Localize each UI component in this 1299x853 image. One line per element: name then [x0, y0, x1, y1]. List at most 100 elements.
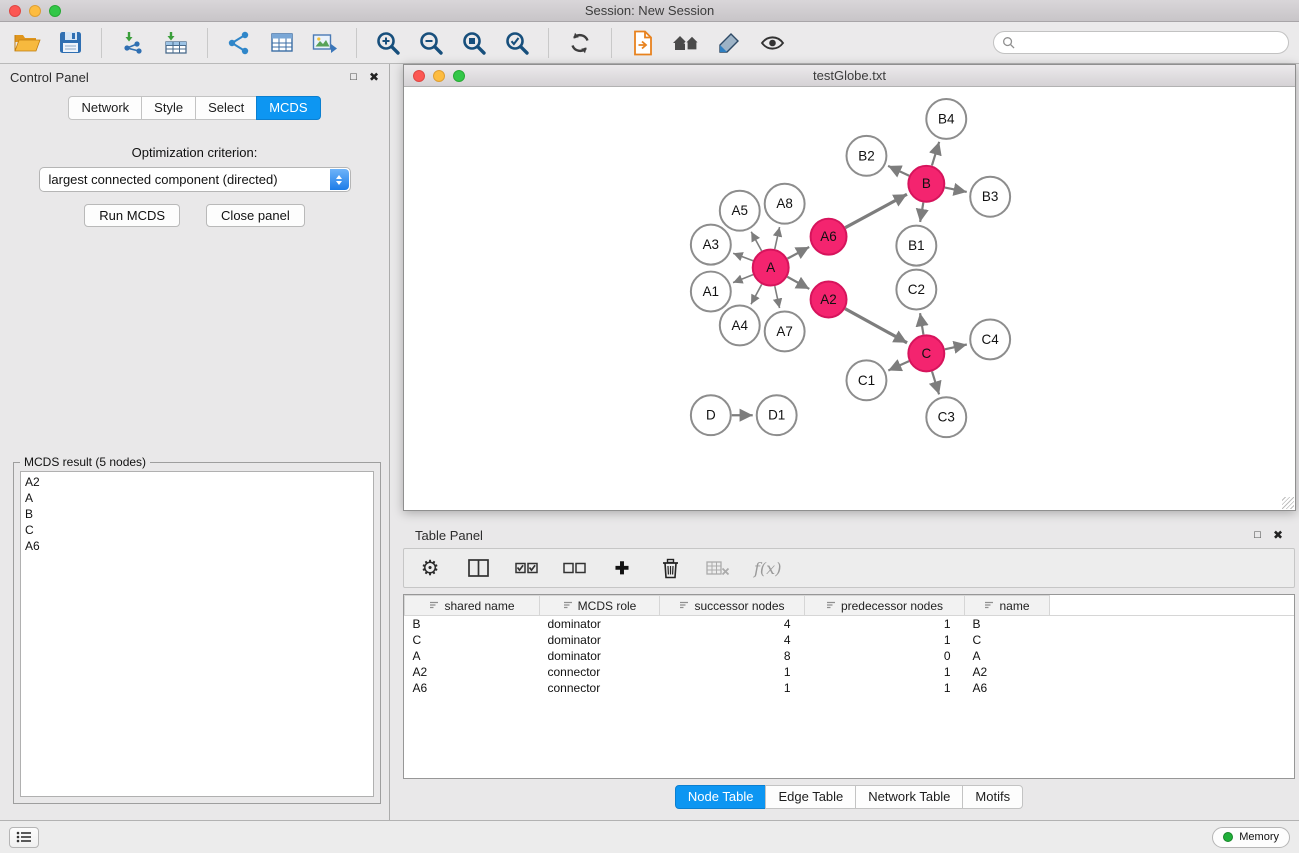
graph-node-A[interactable]: A — [753, 250, 789, 286]
tab-select[interactable]: Select — [195, 96, 257, 120]
close-panel-icon[interactable]: ✖ — [369, 71, 379, 83]
search-field[interactable] — [993, 31, 1289, 54]
tab-edge-table[interactable]: Edge Table — [765, 785, 856, 809]
close-network-button[interactable] — [413, 70, 425, 82]
window-resize-grip[interactable] — [1282, 497, 1294, 509]
graph-node-B2[interactable]: B2 — [847, 136, 887, 176]
minimize-window-button[interactable] — [29, 5, 41, 17]
graph-edge-A-A8[interactable] — [775, 227, 780, 249]
graph-edge-B-B4[interactable] — [932, 142, 939, 166]
column-header-mcds-role[interactable]: MCDS role — [540, 596, 660, 616]
graph-node-C2[interactable]: C2 — [896, 270, 936, 310]
new-network-icon[interactable] — [222, 27, 256, 59]
graph-node-C4[interactable]: C4 — [970, 319, 1010, 359]
search-input[interactable] — [1020, 36, 1280, 50]
close-panel-button[interactable]: Close panel — [206, 204, 305, 227]
zoom-selected-icon[interactable] — [500, 27, 534, 59]
graph-node-B1[interactable]: B1 — [896, 226, 936, 266]
graph-edge-A-A3[interactable] — [733, 253, 753, 261]
graph-edge-A2-C[interactable] — [845, 309, 907, 343]
column-header-name[interactable]: name — [965, 596, 1050, 616]
close-table-panel-icon[interactable]: ✖ — [1273, 529, 1283, 541]
tab-motifs[interactable]: Motifs — [962, 785, 1023, 809]
function-builder-icon[interactable]: f(x) — [754, 555, 781, 581]
tab-mcds[interactable]: MCDS — [256, 96, 320, 120]
graph-node-A5[interactable]: A5 — [720, 191, 760, 231]
memory-button[interactable]: Memory — [1212, 827, 1290, 848]
graph-edge-C-C4[interactable] — [945, 344, 967, 349]
network-window-titlebar[interactable]: testGlobe.txt — [404, 65, 1295, 87]
import-network-icon[interactable] — [116, 27, 150, 59]
new-table-icon[interactable] — [265, 27, 299, 59]
graph-edge-A-A7[interactable] — [775, 286, 780, 308]
zoom-out-icon[interactable] — [414, 27, 448, 59]
column-header-predecessor-nodes[interactable]: predecessor nodes — [805, 596, 965, 616]
network-canvas[interactable]: B4B2BB3A8A5A6A3B1AC2A1A2A4A7C4CC1DD1C3 — [404, 87, 1295, 510]
close-window-button[interactable] — [9, 5, 21, 17]
graph-node-A3[interactable]: A3 — [691, 225, 731, 265]
graph-node-B[interactable]: B — [908, 166, 944, 202]
select-all-icon[interactable] — [514, 555, 538, 581]
graph-edge-C-C2[interactable] — [920, 313, 923, 334]
export-image-icon[interactable] — [308, 27, 342, 59]
graph-node-D[interactable]: D — [691, 395, 731, 435]
zoom-in-icon[interactable] — [371, 27, 405, 59]
eye-icon[interactable] — [755, 27, 789, 59]
show-columns-icon[interactable] — [466, 555, 490, 581]
mcds-result-item[interactable]: C — [25, 522, 369, 538]
graph-node-B3[interactable]: B3 — [970, 177, 1010, 217]
graph-node-C[interactable]: C — [908, 335, 944, 371]
import-table-icon[interactable] — [159, 27, 193, 59]
mcds-result-item[interactable]: A2 — [25, 474, 369, 490]
home-icon[interactable] — [669, 27, 703, 59]
graph-edge-A-A1[interactable] — [733, 275, 753, 283]
graph-node-A4[interactable]: A4 — [720, 305, 760, 345]
table-row[interactable]: Bdominator41B — [405, 616, 1295, 633]
graph-edge-A-A4[interactable] — [751, 284, 762, 304]
column-header-shared-name[interactable]: shared name — [405, 596, 540, 616]
graph-edge-A-A2[interactable] — [787, 277, 809, 289]
zoom-fit-icon[interactable] — [457, 27, 491, 59]
run-mcds-button[interactable]: Run MCDS — [84, 204, 180, 227]
gear-icon[interactable]: ⚙ — [418, 555, 442, 581]
optimization-select[interactable]: largest connected component (directed) — [39, 167, 351, 192]
graph-node-D1[interactable]: D1 — [757, 395, 797, 435]
network-graph[interactable]: B4B2BB3A8A5A6A3B1AC2A1A2A4A7C4CC1DD1C3 — [404, 87, 1295, 510]
table-row[interactable]: Cdominator41C — [405, 632, 1295, 648]
graph-node-A7[interactable]: A7 — [765, 311, 805, 351]
tab-network[interactable]: Network — [68, 96, 142, 120]
style-pen-icon[interactable] — [712, 27, 746, 59]
mcds-result-item[interactable]: A — [25, 490, 369, 506]
graph-edge-B-B3[interactable] — [945, 188, 967, 192]
graph-edge-B-B1[interactable] — [920, 203, 923, 222]
panel-menu-button[interactable] — [9, 827, 39, 848]
graph-node-A2[interactable]: A2 — [811, 282, 847, 318]
float-table-panel-icon[interactable]: □ — [1254, 530, 1261, 541]
graph-node-C3[interactable]: C3 — [926, 397, 966, 437]
mcds-result-item[interactable]: A6 — [25, 538, 369, 554]
tab-style[interactable]: Style — [141, 96, 196, 120]
graph-edge-A-A5[interactable] — [751, 232, 761, 251]
float-panel-icon[interactable]: □ — [350, 72, 357, 83]
deselect-all-icon[interactable] — [562, 555, 586, 581]
graph-node-A6[interactable]: A6 — [811, 219, 847, 255]
tab-node-table[interactable]: Node Table — [675, 785, 767, 809]
table-row[interactable]: A6connector11A6 — [405, 680, 1295, 696]
tab-network-table[interactable]: Network Table — [855, 785, 963, 809]
graph-edge-B-B2[interactable] — [888, 166, 909, 176]
graph-edge-A6-B[interactable] — [845, 194, 907, 227]
save-icon[interactable] — [53, 27, 87, 59]
graph-edge-C-C3[interactable] — [932, 371, 939, 394]
delete-column-icon[interactable] — [658, 555, 682, 581]
graph-node-C1[interactable]: C1 — [847, 360, 887, 400]
minimize-network-button[interactable] — [433, 70, 445, 82]
delete-table-icon[interactable] — [706, 555, 730, 581]
table-row[interactable]: A2connector11A2 — [405, 664, 1295, 680]
column-header-successor-nodes[interactable]: successor nodes — [660, 596, 805, 616]
mcds-result-item[interactable]: B — [25, 506, 369, 522]
zoom-window-button[interactable] — [49, 5, 61, 17]
open-document-icon[interactable] — [626, 27, 660, 59]
zoom-network-button[interactable] — [453, 70, 465, 82]
open-folder-icon[interactable] — [10, 27, 44, 59]
graph-edge-C-C1[interactable] — [888, 361, 909, 370]
